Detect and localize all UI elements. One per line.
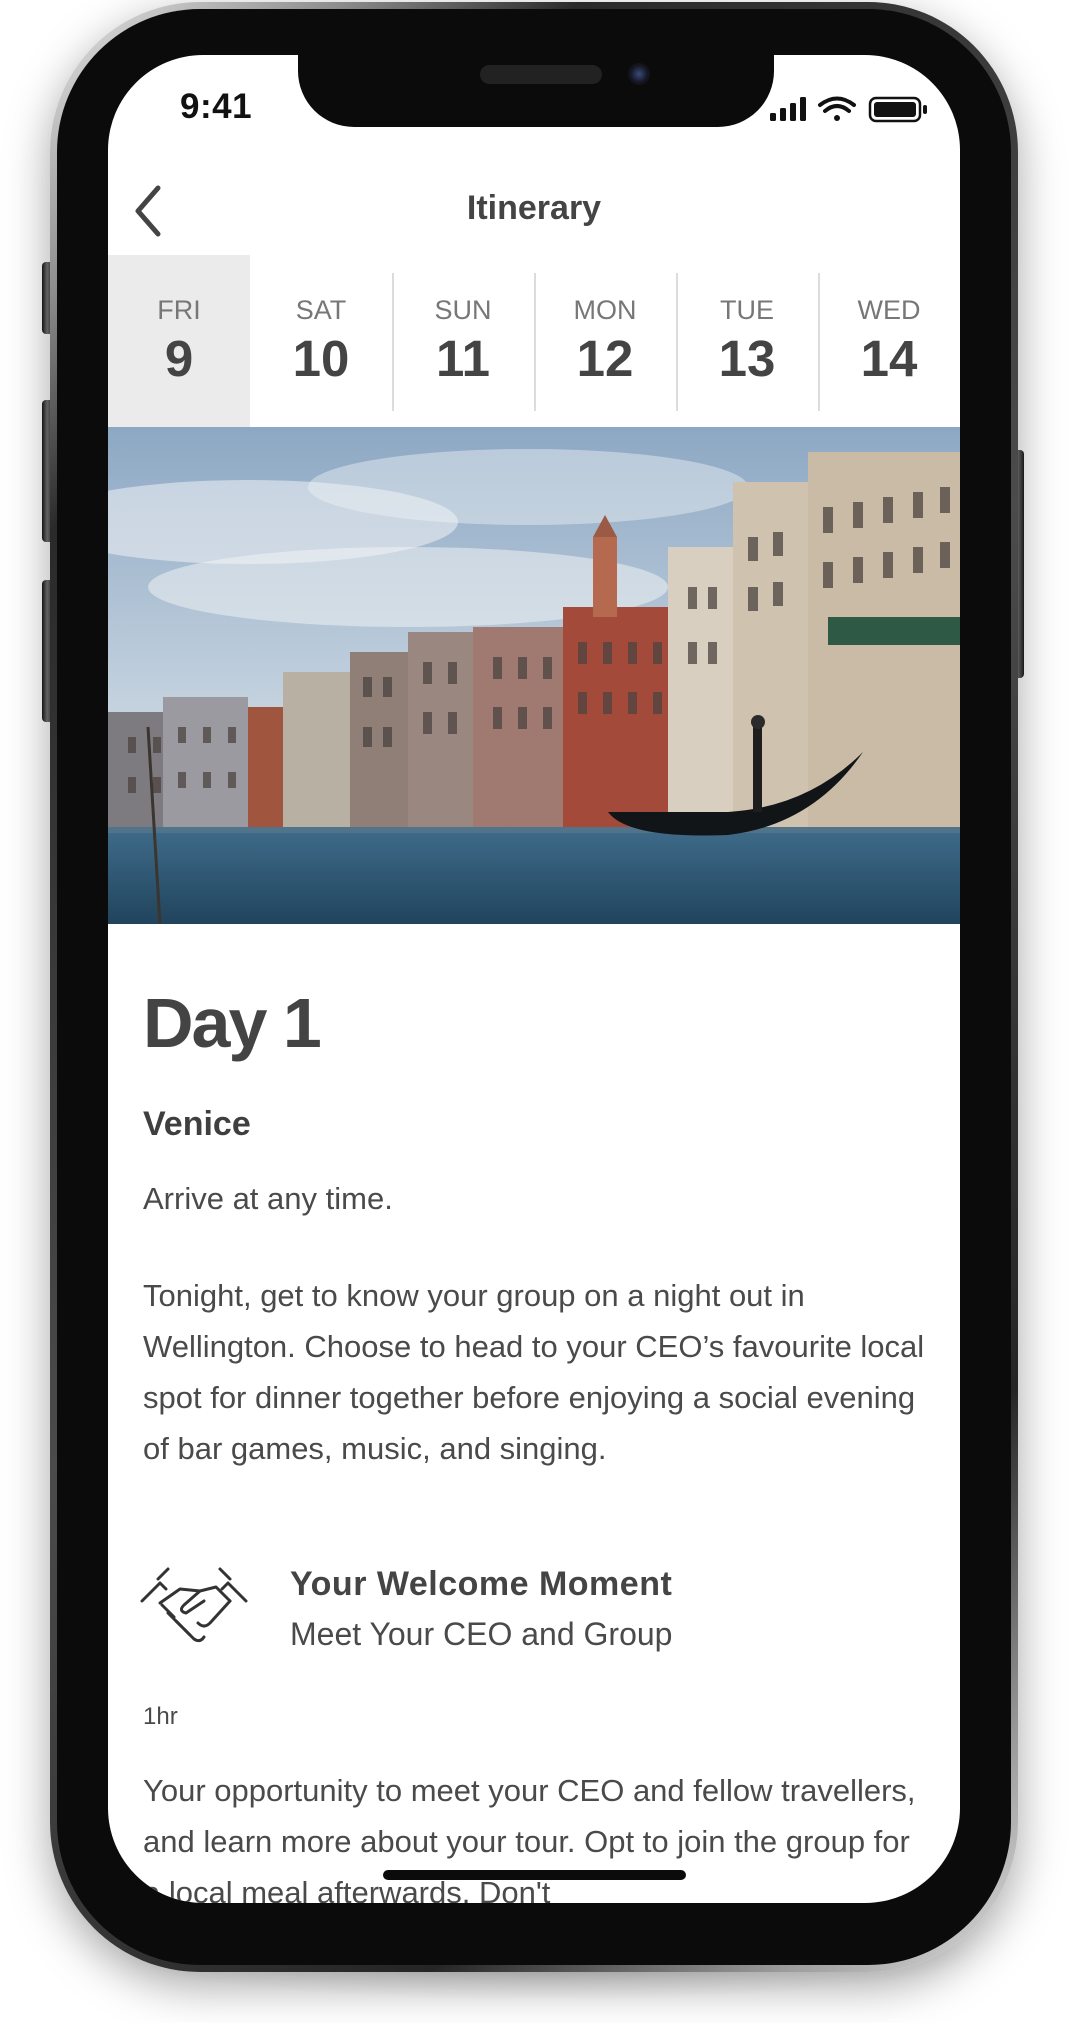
battery-icon	[868, 96, 927, 123]
notch	[298, 55, 774, 127]
moment-title: Your Welcome Moment	[290, 1565, 673, 1603]
day-tab-wed[interactable]: WED 14	[818, 255, 960, 427]
navigation-header: Itinerary	[108, 175, 960, 247]
day-tab-date: 9	[164, 330, 194, 387]
moment-description: Your opportunity to meet your CEO and fe…	[143, 1773, 916, 1903]
day-tab-date: 14	[860, 330, 918, 387]
home-indicator[interactable]	[383, 1870, 686, 1880]
day-tab-weekday: WED	[857, 295, 921, 325]
venice-hero-image	[108, 427, 960, 924]
phone-screen: 9:41 Itinerary FRI 9 SAT 10 SUN 11 MON 1…	[108, 55, 960, 1903]
day-tab-date: 11	[436, 330, 490, 387]
day-title: Day 1	[143, 984, 322, 1062]
day-tab-date: 13	[718, 330, 776, 387]
handshake-icon	[138, 1561, 250, 1661]
status-icons	[770, 95, 930, 125]
day-tab-fri[interactable]: FRI 9	[108, 255, 250, 427]
day-tab-weekday: SAT	[295, 295, 347, 325]
day-tab-date: 10	[292, 330, 350, 387]
location-name: Venice	[143, 1105, 251, 1143]
day-tab-weekday: SUN	[434, 295, 492, 325]
handshake-icon-svg	[140, 1567, 248, 1643]
moment-subtitle: Meet Your CEO and Group	[290, 1616, 673, 1652]
arrival-text: Arrive at any time.	[143, 1181, 393, 1216]
day-tab-weekday: MON	[573, 295, 637, 325]
wifi-icon	[818, 96, 856, 121]
day-tab-mon[interactable]: MON 12	[534, 255, 676, 427]
signal-icon	[770, 97, 806, 121]
page-title: Itinerary	[466, 189, 602, 227]
day-description: Tonight, get to know your group on a nig…	[143, 1278, 925, 1466]
day-tab-tue[interactable]: TUE 13	[676, 255, 818, 427]
day-tabs: FRI 9 SAT 10 SUN 11 MON 12 TUE 13 WED 14	[108, 255, 960, 427]
status-time: 9:41	[180, 87, 253, 126]
status-icons-svg	[770, 96, 927, 123]
day-tab-sun[interactable]: SUN 11	[392, 255, 534, 427]
moment-duration: 1hr	[143, 1703, 178, 1730]
speaker-grille	[480, 65, 602, 84]
day-tab-date: 12	[576, 330, 634, 387]
day-tab-weekday: TUE	[720, 295, 774, 325]
front-camera	[628, 63, 650, 85]
day-tab-weekday: FRI	[157, 295, 201, 325]
day-tab-sat[interactable]: SAT 10	[250, 255, 392, 427]
